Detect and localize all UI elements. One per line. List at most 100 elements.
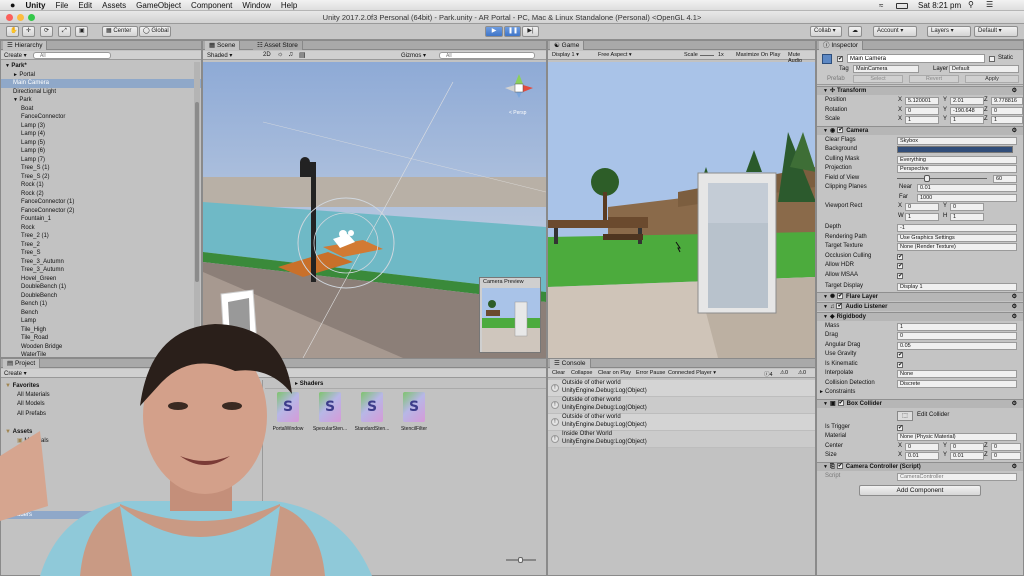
apple-icon[interactable]: ● <box>10 0 15 10</box>
collider-center-z-field[interactable]: 0 <box>991 442 1021 451</box>
rigidbody-component-foldout-arrow-icon[interactable]: ▼ <box>823 314 828 320</box>
menu-help[interactable]: Help <box>281 1 297 10</box>
console-connected-player-dropdown[interactable]: Connected Player ▾ <box>668 370 716 376</box>
hierarchy-row[interactable]: Tree_S <box>1 249 201 258</box>
hierarchy-row[interactable]: Tree_2 (1) <box>1 232 201 241</box>
hierarchy-row[interactable]: Tree_S (2) <box>1 173 201 182</box>
pivot-center-button[interactable]: ▦ Center <box>102 26 138 37</box>
step-button[interactable]: ▶| <box>522 26 539 37</box>
console-log-entry[interactable]: ! Outside of other world UnityEngine.Debug… <box>548 414 815 431</box>
collab-button[interactable]: Collab ▾ <box>810 26 842 37</box>
hierarchy-row[interactable]: Tree_S (1) <box>1 164 201 173</box>
console-warn-count[interactable]: ⚠0 <box>780 370 788 376</box>
console-log-entry[interactable]: ! Inside Other World UnityEngine.Debug:Log… <box>548 431 815 448</box>
scale-tool-icon[interactable]: ⤢ <box>58 26 71 37</box>
tab-inspector[interactable]: ⓘ Inspector <box>819 41 864 50</box>
aspect-dropdown[interactable]: Free Aspect ▾ <box>598 52 632 58</box>
layout-button[interactable]: Default ▾ <box>974 26 1018 37</box>
persp-label[interactable]: < Persp <box>509 110 526 116</box>
tab-hierarchy[interactable]: ☰ Hierarchy <box>3 41 48 50</box>
tab-asset-store[interactable]: ☷ Asset Store <box>253 41 303 50</box>
camera-component[interactable]: ▼◉ Camera ⚙ <box>817 125 1023 135</box>
camera-controller-component-enabled-checkbox[interactable] <box>836 462 843 470</box>
cloud-icon[interactable]: ☁ <box>848 26 862 37</box>
flare-layer-component-foldout-arrow-icon[interactable]: ▼ <box>823 294 828 300</box>
rotation-y-field[interactable]: -190.648 <box>950 106 984 115</box>
menu-edit[interactable]: Edit <box>78 1 92 10</box>
hierarchy-row[interactable]: Boat <box>1 105 201 114</box>
is-kinematic-checkbox[interactable] <box>897 361 903 370</box>
transform-component-gear-icon[interactable]: ⚙ <box>1012 87 1017 95</box>
fov-slider-thumb[interactable] <box>923 174 930 182</box>
hierarchy-scroll-thumb[interactable] <box>195 102 199 282</box>
tab-game[interactable]: ☯ Game <box>550 41 585 50</box>
hierarchy-row[interactable]: FanceConnector (1) <box>1 198 201 207</box>
prefab-revert-button[interactable]: Revert <box>909 75 959 83</box>
menu-app-name[interactable]: Unity <box>25 1 45 10</box>
maximize-on-play-toggle[interactable]: Maximize On Play <box>736 52 780 58</box>
hierarchy-row[interactable]: Lamp (7) <box>1 156 201 165</box>
box-collider-component[interactable]: ▼▣ Box Collider ⚙ <box>817 398 1023 408</box>
add-component-button[interactable]: Add Component <box>859 485 981 496</box>
toggle-2d-button[interactable]: 2D <box>263 52 271 58</box>
use-gravity-checkbox[interactable] <box>897 351 903 361</box>
pivot-global-button[interactable]: ◯ Global <box>139 26 171 37</box>
move-tool-icon[interactable]: ✛ <box>22 26 35 37</box>
far-field[interactable]: 1000 <box>917 193 1017 202</box>
flare-layer-component-enabled-checkbox[interactable] <box>836 292 843 300</box>
layer-dropdown[interactable]: Default <box>949 65 1019 73</box>
collider-size-z-field[interactable]: 0 <box>991 452 1021 460</box>
hierarchy-search-input[interactable] <box>33 52 111 59</box>
console-clear-button[interactable]: Clear <box>552 370 565 376</box>
near-field[interactable]: 0.01 <box>917 184 1017 192</box>
camera-controller-component-gear-icon[interactable]: ⚙ <box>1012 463 1017 471</box>
flare-layer-component[interactable]: ▼✺ Flare Layer ⚙ <box>817 291 1023 301</box>
hierarchy-row[interactable]: ► Portal <box>1 71 201 80</box>
console-log-entry[interactable]: ! Outside of other world UnityEngine.Debug… <box>548 380 815 397</box>
project-zoom-slider[interactable] <box>506 557 536 563</box>
display-dropdown[interactable]: Display 1 ▾ <box>552 52 579 58</box>
play-button[interactable]: ▶ <box>485 26 503 37</box>
script-field[interactable]: CameraController <box>897 472 1017 481</box>
rotation-x-field[interactable]: 0 <box>905 106 939 115</box>
clear-flags-field[interactable]: Skybox <box>897 136 1017 145</box>
angular-drag-field[interactable]: 0.05 <box>897 341 1017 350</box>
console-log-count[interactable]: ⓘ4 <box>764 370 773 378</box>
shading-dropdown[interactable]: Shaded ▾ <box>207 52 257 59</box>
box-collider-component-foldout-arrow-icon[interactable]: ▼ <box>823 401 828 407</box>
search-icon[interactable]: ⚲ <box>968 0 974 9</box>
edit-collider-button[interactable]: ⬚ <box>897 410 913 421</box>
hierarchy-row[interactable]: Lamp (4) <box>1 130 201 139</box>
rigidbody-component-gear-icon[interactable]: ⚙ <box>1012 313 1017 321</box>
effects-dropdown-icon[interactable]: ▤ <box>299 51 306 59</box>
layers-button[interactable]: Layers ▾ <box>927 26 971 37</box>
camera-controller-component-foldout-arrow-icon[interactable]: ▼ <box>823 464 828 470</box>
hierarchy-row[interactable]: ▼ Park* <box>1 62 201 71</box>
rotate-tool-icon[interactable]: ⟳ <box>40 26 53 37</box>
transform-component-foldout-arrow-icon[interactable]: ▼ <box>823 88 828 94</box>
fov-slider-track[interactable] <box>897 177 987 179</box>
audio-toggle-icon[interactable]: ♫ <box>288 51 293 58</box>
viewport-rect-y-field[interactable]: 0 <box>950 203 984 211</box>
console-clear-on-play-button[interactable]: Clear on Play <box>598 370 631 376</box>
game-viewport[interactable] <box>548 62 815 358</box>
hierarchy-row[interactable]: Rock (1) <box>1 181 201 190</box>
close-window-icon[interactable] <box>6 14 13 21</box>
audio-listener-component-enabled-checkbox[interactable] <box>836 302 842 310</box>
scale-z-field[interactable]: 1 <box>991 116 1023 124</box>
allow-msaa-checkbox[interactable] <box>897 272 903 281</box>
hierarchy-row[interactable]: Tree_3_Autumn <box>1 258 201 267</box>
hierarchy-row[interactable]: Hovel_Green <box>1 275 201 284</box>
rigidbody-component[interactable]: ▼ ◆ Rigidbody ⚙ <box>817 311 1023 321</box>
audio-listener-component[interactable]: ▼♫ Audio Listener ⚙ <box>817 301 1023 311</box>
minimize-window-icon[interactable] <box>17 14 24 21</box>
menu-gameobject[interactable]: GameObject <box>136 1 181 10</box>
hierarchy-row[interactable]: ▼ Park <box>1 96 201 105</box>
gizmos-dropdown[interactable]: Gizmos ▾ <box>401 52 426 59</box>
interpolate-field[interactable]: None <box>897 370 1017 378</box>
viewport-rect-x-field[interactable]: 0 <box>905 203 939 211</box>
hierarchy-row[interactable]: Lamp (6) <box>1 147 201 156</box>
gameobject-active-checkbox[interactable] <box>837 55 843 62</box>
rect-tool-icon[interactable]: ▣ <box>75 26 88 37</box>
hierarchy-row[interactable]: Fountain_1 <box>1 215 201 224</box>
